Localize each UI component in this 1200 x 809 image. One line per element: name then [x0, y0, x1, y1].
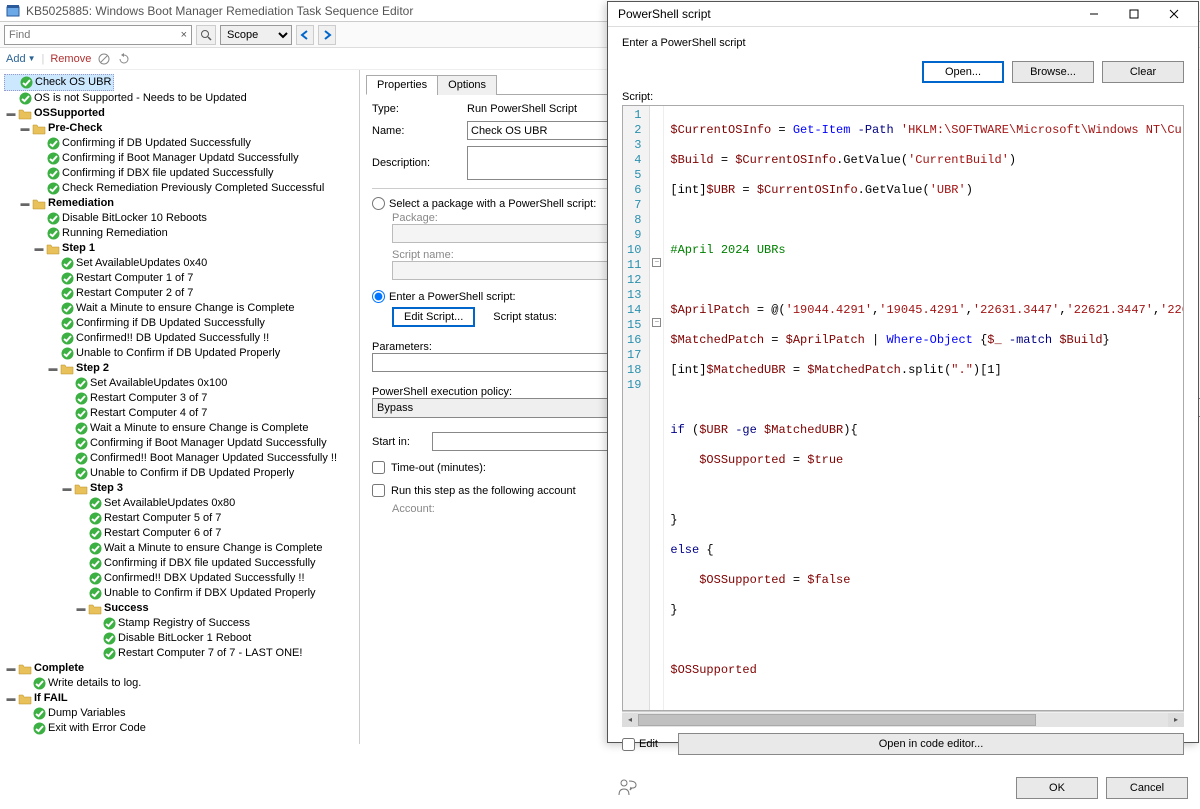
- tree-item[interactable]: ▸Wait a Minute to ensure Change is Compl…: [60, 421, 310, 436]
- startin-label: Start in:: [372, 436, 432, 448]
- dialog-title: PowerShell script: [618, 7, 711, 21]
- remove-button[interactable]: Remove: [50, 53, 91, 65]
- tree-group[interactable]: ▬Step 3: [60, 481, 125, 496]
- ok-button[interactable]: OK: [1016, 777, 1098, 799]
- account-label: Account:: [392, 503, 435, 515]
- open-in-code-editor-button[interactable]: Open in code editor...: [678, 733, 1184, 755]
- radio-package[interactable]: [372, 197, 385, 210]
- browse-button[interactable]: Browse...: [1012, 61, 1094, 83]
- tree-item[interactable]: ▸Exit with Error Code: [18, 721, 148, 736]
- feedback-icon[interactable]: [618, 778, 638, 799]
- find-prev-icon[interactable]: [296, 25, 314, 45]
- tree-group[interactable]: ▬Success: [74, 601, 151, 616]
- add-button[interactable]: Add ▼: [6, 53, 36, 65]
- timeout-checkbox[interactable]: [372, 461, 385, 474]
- tree-item[interactable]: ▸Confirming if DBX file updated Successf…: [74, 556, 318, 571]
- tree-item[interactable]: ▸Confirmed!! DB Updated Successfully !!: [46, 331, 271, 346]
- description-label: Description:: [372, 157, 467, 169]
- tree-item[interactable]: ▸Restart Computer 6 of 7: [74, 526, 223, 541]
- minimize-icon[interactable]: [1074, 2, 1114, 26]
- find-input[interactable]: [9, 29, 159, 41]
- scroll-right-icon[interactable]: ▸: [1168, 713, 1184, 727]
- tree-item[interactable]: ▸Unable to Confirm if DB Updated Properl…: [46, 346, 282, 361]
- tree-item[interactable]: ▸Disable BitLocker 1 Reboot: [88, 631, 253, 646]
- tab-properties[interactable]: Properties: [366, 75, 438, 95]
- tree-group[interactable]: ▬Complete: [4, 661, 86, 676]
- tree-item[interactable]: ▸Confirmed!! DBX Updated Successfully !!: [74, 571, 307, 586]
- tree-item[interactable]: ▸Set AvailableUpdates 0x80: [74, 496, 237, 511]
- tree-item[interactable]: ▸Restart Computer 1 of 7: [46, 271, 195, 286]
- disable-step-icon[interactable]: [97, 52, 111, 66]
- scope-select[interactable]: Scope: [220, 25, 292, 45]
- tree-item[interactable]: ▸Unable to Confirm if DB Updated Properl…: [60, 466, 296, 481]
- clear-find-icon[interactable]: ×: [181, 29, 187, 41]
- tab-options[interactable]: Options: [437, 75, 497, 95]
- window-title: KB5025885: Windows Boot Manager Remediat…: [26, 4, 413, 18]
- tree-item[interactable]: ▸Set AvailableUpdates 0x40: [46, 256, 209, 271]
- tree-group[interactable]: ▬Step 2: [46, 361, 111, 376]
- tree-item[interactable]: ▸Restart Computer 2 of 7: [46, 286, 195, 301]
- tree-item[interactable]: ▸Confirming if DBX file updated Successf…: [32, 166, 276, 181]
- tree-group[interactable]: ▬Pre-Check: [18, 121, 104, 136]
- fold-column: − −: [650, 106, 664, 710]
- dialog-instruction: Enter a PowerShell script: [622, 37, 1184, 49]
- script-status-label: Script status:: [493, 311, 557, 323]
- radio-enter-script[interactable]: [372, 290, 385, 303]
- search-icon[interactable]: [196, 25, 216, 45]
- open-button[interactable]: Open...: [922, 61, 1004, 83]
- tree-item[interactable]: ▸Set AvailableUpdates 0x100: [60, 376, 229, 391]
- tree-item[interactable]: ▸Restart Computer 5 of 7: [74, 511, 223, 526]
- edit-checkbox-label[interactable]: Edit: [622, 738, 658, 751]
- timeout-label: Time-out (minutes):: [391, 462, 486, 474]
- tree-item[interactable]: ▸Confirming if DB Updated Successfully: [32, 136, 253, 151]
- powershell-script-dialog: PowerShell script Enter a PowerShell scr…: [607, 1, 1199, 743]
- tree-group[interactable]: ▬Remediation: [18, 196, 116, 211]
- script-label: Script:: [622, 91, 1184, 103]
- code-text[interactable]: $CurrentOSInfo = Get-Item -Path 'HKLM:\S…: [664, 106, 1183, 710]
- tree-item[interactable]: ▸Confirmed!! Boot Manager Updated Succes…: [60, 451, 339, 466]
- script-editor[interactable]: 12345678910111213141516171819 − − $Curre…: [622, 105, 1184, 711]
- tree-item[interactable]: ▸Check OS UBR: [4, 74, 114, 91]
- tree-item[interactable]: ▸Restart Computer 4 of 7: [60, 406, 209, 421]
- name-label: Name:: [372, 125, 467, 137]
- refresh-icon[interactable]: [117, 52, 131, 66]
- tree-group[interactable]: ▬If FAIL: [4, 691, 70, 706]
- tree-item[interactable]: ▸Dump Variables: [18, 706, 127, 721]
- runas-label: Run this step as the following account: [391, 485, 576, 497]
- tree-group[interactable]: ▬Step 1: [32, 241, 97, 256]
- tree-item[interactable]: ▸Disable BitLocker 10 Reboots: [32, 211, 209, 226]
- task-sequence-tree[interactable]: ▸Check OS UBR ▸OS is not Supported - Nee…: [0, 70, 360, 744]
- find-next-icon[interactable]: [318, 25, 336, 45]
- tree-item[interactable]: ▸Unable to Confirm if DBX Updated Proper…: [74, 586, 318, 601]
- tree-item[interactable]: ▸Running Remediation: [32, 226, 170, 241]
- tree-item[interactable]: ▸Confirming if DB Updated Successfully: [46, 316, 267, 331]
- clear-button[interactable]: Clear: [1102, 61, 1184, 83]
- tree-item[interactable]: ▸Wait a Minute to ensure Change is Compl…: [74, 541, 324, 556]
- tree-item[interactable]: ▸Confirming if Boot Manager Updatd Succe…: [32, 151, 301, 166]
- find-input-container[interactable]: ×: [4, 25, 192, 45]
- tree-item[interactable]: ▸Check Remediation Previously Completed …: [32, 181, 326, 196]
- runas-checkbox[interactable]: [372, 484, 385, 497]
- line-gutter: 12345678910111213141516171819: [623, 106, 650, 710]
- horizontal-scrollbar[interactable]: ◂ ▸: [622, 711, 1184, 727]
- tree-group[interactable]: ▬OSSupported: [4, 106, 107, 121]
- tree-item[interactable]: ▸Confirming if Boot Manager Updatd Succe…: [60, 436, 329, 451]
- type-label: Type:: [372, 103, 467, 115]
- app-icon: [6, 4, 20, 18]
- edit-script-button[interactable]: Edit Script...: [392, 307, 475, 327]
- tree-item[interactable]: ▸Wait a Minute to ensure Change is Compl…: [46, 301, 296, 316]
- maximize-icon[interactable]: [1114, 2, 1154, 26]
- tree-item[interactable]: ▸OS is not Supported - Needs to be Updat…: [4, 91, 249, 106]
- tree-item[interactable]: ▸Restart Computer 7 of 7 - LAST ONE!: [88, 646, 304, 661]
- edit-checkbox[interactable]: [622, 738, 635, 751]
- cancel-button[interactable]: Cancel: [1106, 777, 1188, 799]
- close-icon[interactable]: [1154, 2, 1194, 26]
- tree-item[interactable]: ▸Restart Computer 3 of 7: [60, 391, 209, 406]
- tree-item[interactable]: ▸Stamp Registry of Success: [88, 616, 252, 631]
- scroll-left-icon[interactable]: ◂: [622, 713, 638, 727]
- tree-item[interactable]: ▸Write details to log.: [18, 676, 143, 691]
